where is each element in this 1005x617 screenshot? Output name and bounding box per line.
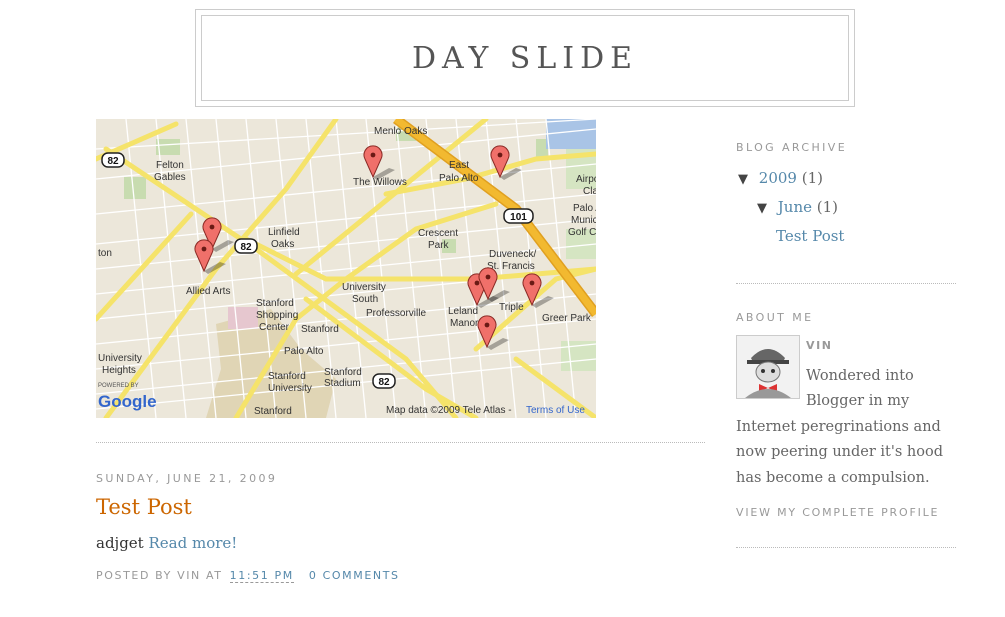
about-text-line: Blogger in my <box>806 393 910 409</box>
archive-year-item: ▼ 2009 (1) <box>738 169 823 187</box>
route-shield-number: 82 <box>107 156 119 167</box>
archive-month-item: ▼ June (1) <box>757 198 838 216</box>
map-place-label: The Willows <box>353 177 407 188</box>
shopping-center-area <box>228 307 258 329</box>
map-place-label: Stadium <box>324 378 361 389</box>
map-place-label: Felton <box>156 160 184 171</box>
map-place-label: Allied Arts <box>186 286 230 297</box>
post-body-text: adjget <box>96 534 144 552</box>
profile-avatar[interactable] <box>736 335 800 399</box>
map-place-label: Stanford <box>254 406 292 417</box>
about-me-heading: ABOUT ME <box>736 311 814 324</box>
map-place-label: University <box>98 353 142 364</box>
collapse-triangle-icon[interactable]: ▼ <box>738 172 748 187</box>
sidebar-divider <box>736 283 956 284</box>
map-canvas[interactable]: Menlo Oaks East Palo Alto FeltonGables The W… <box>96 119 596 418</box>
map-place-label: Leland <box>448 306 478 317</box>
sidebar-divider <box>736 547 956 548</box>
about-text-line: now peering under it's hood <box>736 444 943 460</box>
blog-header: DAY SLIDE <box>195 9 855 107</box>
map-place-label: Manor <box>450 318 479 329</box>
map-place-label: University <box>268 383 312 394</box>
map-place-label: Stanford <box>301 324 339 335</box>
map-place-label: Heights <box>102 365 136 376</box>
archive-year-link[interactable]: 2009 <box>759 169 797 187</box>
map-place-label: South <box>352 294 378 305</box>
blog-header-inner: DAY SLIDE <box>201 15 849 101</box>
powered-by-label: POWERED BY <box>98 383 139 389</box>
map-place-label: Municip <box>571 215 596 226</box>
map-place-label: Menlo Oaks <box>374 126 427 137</box>
google-map[interactable]: Menlo Oaks East Palo Alto Felton Gables The W… <box>96 119 596 418</box>
post-title[interactable]: Test Post <box>96 495 192 519</box>
archive-post-item: Test Post <box>776 227 844 245</box>
map-place-label: Palo Al <box>573 203 596 214</box>
google-logo[interactable]: Google <box>98 392 157 411</box>
route-shield-number: 101 <box>510 212 527 223</box>
blog-title[interactable]: DAY SLIDE <box>412 41 638 76</box>
map-place-label: Crescent <box>418 228 458 239</box>
map-place-label: Golf Cou <box>568 227 596 238</box>
post-date-header: SUNDAY, JUNE 21, 2009 <box>96 472 278 485</box>
map-place-label: Greer Park <box>542 313 592 324</box>
map-place-label: Duveneck/ <box>489 249 536 260</box>
read-more-link[interactable]: Read more! <box>148 534 237 552</box>
avatar-image <box>737 336 799 398</box>
map-place-label: Professorville <box>366 308 426 319</box>
comments-link[interactable]: 0 COMMENTS <box>309 569 400 582</box>
map-place-label: Shopping <box>256 310 298 321</box>
map-place-label: Stanford <box>256 298 294 309</box>
map-place-label: ton <box>98 248 112 259</box>
park-area <box>124 177 146 199</box>
archive-post-link[interactable]: Test Post <box>776 227 844 245</box>
map-place-label: University <box>342 282 386 293</box>
map-place-label: Park <box>428 240 450 251</box>
map-place-label: Linfield <box>268 227 300 238</box>
post-footer: POSTED BY VIN AT 11:51 PM 0 COMMENTS <box>96 569 400 583</box>
map-copyright: Map data ©2009 Tele Atlas - <box>386 405 512 416</box>
archive-month-count: (1) <box>816 198 839 216</box>
blog-archive-heading: BLOG ARCHIVE <box>736 141 848 154</box>
archive-year-count: (1) <box>801 169 823 187</box>
about-text-line: Internet peregrinations and <box>736 419 941 435</box>
route-shield-number: 82 <box>378 377 390 388</box>
map-place-label: East <box>449 160 469 171</box>
map-place-label: Triple <box>499 302 524 313</box>
map-terms-link[interactable]: Terms of Use <box>526 405 585 416</box>
route-shield-number: 82 <box>240 242 252 253</box>
bay-water <box>546 119 596 149</box>
post-body: adjget Read more! <box>96 534 237 552</box>
map-place-label: Stanford <box>268 371 306 382</box>
map-place-label: Center <box>259 322 290 333</box>
profile-name-link[interactable]: VIN <box>806 339 833 352</box>
view-profile-link[interactable]: VIEW MY COMPLETE PROFILE <box>736 506 939 519</box>
main-divider <box>96 442 705 443</box>
map-place-label: Oaks <box>271 239 294 250</box>
map-place-label: Gables <box>154 172 186 183</box>
post-time-link[interactable]: 11:51 PM <box>229 569 294 583</box>
collapse-triangle-icon[interactable]: ▼ <box>757 201 767 216</box>
map-place-label: Cla <box>583 186 596 197</box>
about-text-line: Wondered into <box>806 368 914 384</box>
map-place-label: Stanford <box>324 367 362 378</box>
map-place-label: Palo Alto <box>439 173 479 184</box>
about-text-line: has become a compulsion. <box>736 470 930 486</box>
map-place-label: Palo Alto <box>284 346 324 357</box>
posted-by-label: POSTED BY VIN AT <box>96 569 223 582</box>
archive-month-link[interactable]: June <box>778 198 812 216</box>
map-place-label: Airport <box>576 174 596 185</box>
